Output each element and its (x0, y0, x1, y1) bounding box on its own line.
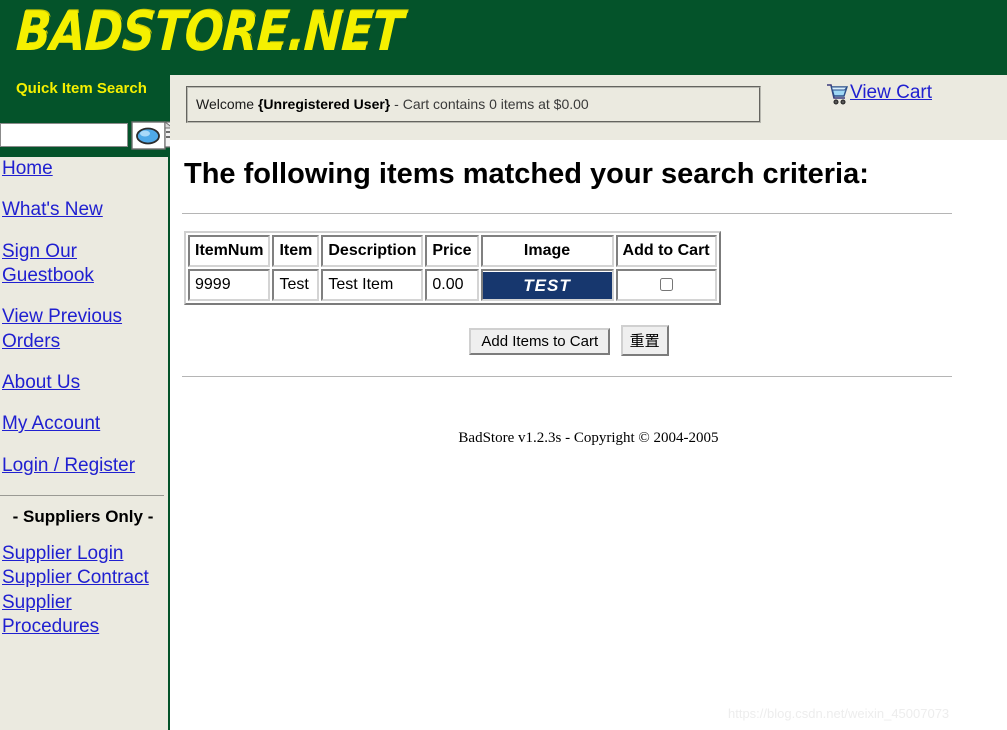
column-header-itemnum: ItemNum (188, 235, 271, 267)
reset-button[interactable]: 重置 (620, 325, 669, 356)
cell-price: 0.00 (425, 269, 479, 301)
table-row: 9999 Test Test Item 0.00 TEST (188, 269, 717, 301)
sidebar-item-login-register[interactable]: Login / Register (0, 454, 168, 478)
cell-itemnum: 9999 (188, 269, 271, 301)
site-logo: BADSTORE.NET (14, 0, 405, 63)
content-divider-top (182, 213, 952, 214)
sidebar-item-view-previous-orders[interactable]: View Previous Orders (0, 305, 168, 354)
welcome-cart-summary: - Cart contains 0 items at $0.00 (390, 96, 589, 112)
content-divider-bottom (182, 376, 952, 377)
cell-description: Test Item (321, 269, 424, 301)
column-header-add-to-cart: Add to Cart (615, 235, 717, 267)
footer-copyright: BadStore v1.2.3s - Copyright © 2004-2005 (458, 430, 719, 446)
column-header-image: Image (480, 235, 614, 267)
sidebar-divider (0, 494, 164, 496)
sidebar-item-about-us[interactable]: About Us (0, 371, 168, 395)
search-results-table: ItemNum Item Description Price Image Add… (184, 231, 721, 305)
column-header-description: Description (321, 235, 424, 267)
search-submit-button[interactable] (131, 121, 170, 151)
sidebar-nav-panel: Home What's New Sign Our Guestbook View … (0, 157, 168, 730)
table-header-row: ItemNum Item Description Price Image Add… (188, 235, 717, 267)
shopping-cart-icon (827, 84, 848, 105)
sidebar-item-sign-guestbook[interactable]: Sign Our Guestbook (0, 240, 168, 289)
view-cart-block[interactable]: View Cart (825, 80, 935, 106)
add-to-cart-checkbox[interactable] (659, 278, 673, 292)
page-title: The following items matched your search … (184, 158, 869, 190)
welcome-username: {Unregistered User} (257, 96, 391, 112)
form-button-row: Add Items to Cart 重置 (184, 325, 954, 356)
welcome-band: Welcome {Unregistered User} - Cart conta… (170, 75, 1007, 140)
sidebar-item-my-account[interactable]: My Account (0, 412, 168, 436)
sidebar: Quick Item Search Home What's New Sign O… (0, 75, 170, 730)
search-input[interactable] (0, 123, 128, 147)
sidebar-item-home[interactable]: Home (0, 157, 168, 181)
magnifier-document-icon (131, 121, 170, 150)
item-thumbnail-test: TEST (482, 271, 612, 299)
main-content: Welcome {Unregistered User} - Cart conta… (170, 75, 1007, 730)
column-header-item: Item (272, 235, 320, 267)
sidebar-item-supplier-contract[interactable]: Supplier Contract (0, 566, 168, 590)
welcome-prefix: Welcome (196, 96, 258, 112)
suppliers-only-heading: - Suppliers Only - (12, 506, 154, 526)
cell-item: Test (272, 269, 320, 301)
add-items-to-cart-button[interactable]: Add Items to Cart (469, 328, 611, 355)
welcome-box: Welcome {Unregistered User} - Cart conta… (186, 86, 761, 123)
sidebar-item-supplier-procedures[interactable]: Supplier Procedures (0, 591, 168, 640)
sidebar-item-whats-new[interactable]: What's New (0, 198, 168, 222)
page-root: BADSTORE.NET Quick Item Search Home What (0, 0, 1007, 730)
quick-item-search-label: Quick Item Search (16, 80, 147, 97)
quick-search-form (0, 121, 170, 151)
cell-add-to-cart (615, 269, 717, 301)
view-cart-link[interactable]: View Cart (850, 82, 932, 103)
sidebar-item-supplier-login[interactable]: Supplier Login (0, 542, 168, 566)
site-header-banner: BADSTORE.NET (0, 0, 1007, 75)
welcome-message: Welcome {Unregistered User} - Cart conta… (196, 96, 589, 112)
column-header-price: Price (425, 235, 479, 267)
cell-image: TEST (480, 269, 614, 301)
